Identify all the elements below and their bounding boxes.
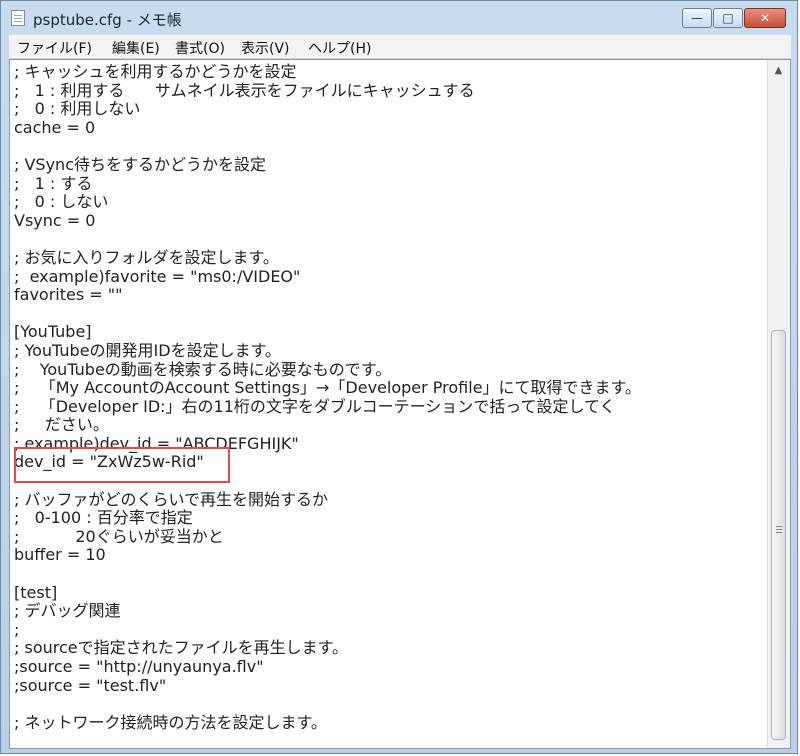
- menu-edit[interactable]: 編集(E): [112, 38, 160, 58]
- line-13: favorites = "": [14, 285, 123, 305]
- line-36: ; ネットワーク接続時の方法を設定します。: [14, 712, 327, 732]
- line-26: ; 20ぐらいが妥当かと: [14, 526, 224, 546]
- line-12: ; example)favorite = "ms0:/VIDEO": [14, 266, 301, 286]
- line-31: ;: [14, 619, 20, 639]
- line-1: ; キャッシュを利用するかどうかを設定: [14, 63, 297, 81]
- line-23: [14, 472, 766, 491]
- line-29: [test]: [14, 582, 58, 602]
- line-19: ; 「Developer ID:」右の11桁の文字をダブルコーテーションで括って…: [14, 396, 616, 416]
- maximize-button[interactable]: □: [713, 8, 743, 28]
- minimize-button[interactable]: —: [682, 8, 712, 28]
- line-6: ; VSync待ちをするかどうかを設定: [14, 154, 266, 174]
- line-10: [14, 230, 766, 249]
- line-35: [14, 695, 766, 714]
- menu-view[interactable]: 表示(V): [241, 38, 290, 58]
- scrollbar-thumb[interactable]: [771, 330, 786, 740]
- line-9: Vsync = 0: [14, 210, 96, 230]
- line-30: ; デバッグ関連: [14, 601, 121, 621]
- menu-help[interactable]: ヘルプ(H): [308, 38, 371, 58]
- line-22-dev-id: dev_id = "ZxWz5w-Rid": [14, 452, 204, 472]
- close-button[interactable]: ✕: [744, 8, 786, 28]
- line-34: ;source = "test.flv": [14, 675, 167, 695]
- line-25: ; 0-100 : 百分率で指定: [14, 508, 193, 528]
- line-7: ; 1 : する: [14, 173, 93, 193]
- menu-format[interactable]: 書式(O): [175, 38, 225, 58]
- line-33: ;source = "http://unyaunya.flv": [14, 657, 264, 676]
- line-4: cache = 0: [14, 117, 96, 137]
- line-20: ; ださい。: [14, 415, 109, 435]
- line-24: ; バッファがどのくらいで再生を開始するか: [14, 489, 328, 509]
- scroll-up-icon[interactable]: ▲: [771, 64, 786, 78]
- line-2: ; 1 : 利用する サムネイル表示をファイルにキャッシュする: [14, 80, 475, 100]
- title-bar[interactable]: psptube.cfg - メモ帳 — □ ✕: [1, 1, 797, 35]
- text-editor[interactable]: ; キャッシュを利用するかどうかを設定 ; 1 : 利用する サムネイル表示をフ…: [9, 59, 791, 749]
- line-5: [14, 137, 766, 156]
- notepad-icon: [11, 10, 25, 26]
- line-18: ; 「My AccountのAccount Settings」→「Develop…: [14, 378, 641, 398]
- menu-bar: ファイル(F) 編集(E) 書式(O) 表示(V) ヘルプ(H): [9, 35, 791, 59]
- scroll-grip-icon: [776, 526, 782, 527]
- line-14: [14, 305, 766, 324]
- notepad-window: psptube.cfg - メモ帳 — □ ✕ ファイル(F) 編集(E) 書式…: [0, 0, 798, 754]
- line-17: ; YouTubeの動画を検索する時に必要なものです。: [14, 359, 392, 379]
- menu-file[interactable]: ファイル(F): [17, 38, 92, 58]
- line-11: ; お気に入りフォルダを設定します。: [14, 247, 279, 267]
- line-32: ; sourceで指定されたファイルを再生します。: [14, 638, 349, 658]
- line-27: buffer = 10: [14, 545, 106, 565]
- vertical-scrollbar[interactable]: ▲: [767, 60, 790, 748]
- line-21: ; example)dev_id = "ABCDEFGHIJK": [14, 433, 299, 453]
- line-3: ; 0 : 利用しない: [14, 99, 141, 119]
- line-15: [YouTube]: [14, 322, 92, 342]
- line-8: ; 0 : しない: [14, 192, 109, 212]
- window-title: psptube.cfg - メモ帳: [33, 11, 182, 29]
- line-16: ; YouTubeの開発用IDを設定します。: [14, 340, 281, 360]
- text-content-area[interactable]: ; キャッシュを利用するかどうかを設定 ; 1 : 利用する サムネイル表示をフ…: [14, 63, 766, 747]
- line-28: [14, 565, 766, 584]
